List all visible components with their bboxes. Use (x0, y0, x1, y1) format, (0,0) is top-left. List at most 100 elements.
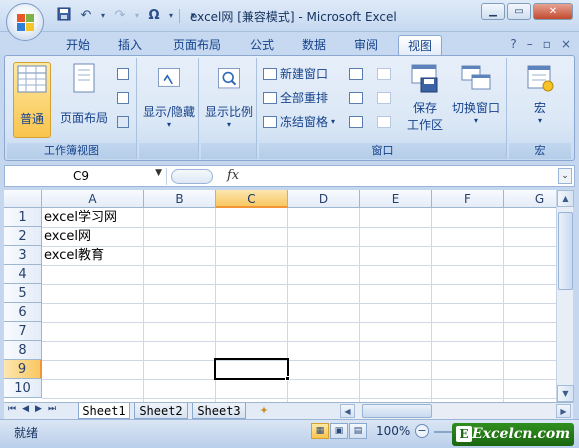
ribbon-close-icon[interactable]: × (561, 37, 571, 51)
scroll-up-icon[interactable]: ▲ (557, 190, 574, 207)
dropdown-icon[interactable]: ▾ (167, 7, 175, 25)
formula-bar-resize-handle[interactable] (171, 169, 213, 184)
zoom-level[interactable]: 100% (376, 424, 410, 438)
ribbon-restore-icon[interactable]: ▫ (543, 37, 551, 51)
fill-handle[interactable] (285, 376, 290, 381)
insert-sheet-icon[interactable]: ✦ (253, 403, 275, 419)
sheet-tab-sheet2[interactable]: Sheet2 (134, 403, 188, 419)
vertical-scrollbar[interactable]: ▲ ▼ (556, 190, 574, 402)
tab-view[interactable]: 视图 (398, 35, 442, 55)
last-sheet-icon[interactable]: ⏭ (48, 404, 56, 414)
sheet-tab-sheet1[interactable]: Sheet1 (78, 403, 130, 419)
tab-review[interactable]: 审阅 (346, 35, 386, 55)
next-sheet-icon[interactable]: ▶ (35, 404, 42, 414)
cell-a2[interactable]: excel网 (44, 227, 91, 246)
group-macros: 宏 ▾ 宏 (509, 58, 571, 159)
row-header-3[interactable]: 3 (4, 246, 42, 265)
horizontal-scrollbar[interactable]: ◀ ▶ (340, 404, 571, 419)
switch-windows-label: 切换窗口 (451, 101, 500, 115)
undo-icon[interactable]: ↶ (77, 7, 95, 25)
zoom-button[interactable]: 显示比例 ▾ (202, 62, 256, 142)
tab-page-layout[interactable]: 页面布局 (164, 35, 230, 55)
unhide-window-button[interactable] (349, 112, 363, 132)
worksheet-grid[interactable]: A B C D E F G 1 2 3 4 5 6 7 8 9 10 excel… (4, 190, 556, 402)
split-button[interactable] (349, 64, 363, 84)
hide-window-button[interactable] (349, 88, 363, 108)
first-sheet-icon[interactable]: ⏮ (8, 404, 16, 414)
maximize-button[interactable]: ▭ (507, 3, 531, 20)
save-workspace-label: 保存 (412, 101, 437, 115)
group-zoom: 显示比例 ▾ (201, 58, 257, 159)
page-break-preview-button[interactable] (117, 64, 129, 84)
row-header-5[interactable]: 5 (4, 284, 42, 303)
expand-formula-bar-icon[interactable]: ⌄ (558, 168, 572, 184)
insert-function-icon[interactable]: fx (227, 168, 239, 183)
freeze-panes-button[interactable]: 冻结窗格 ▾ (263, 112, 335, 132)
reset-position-button[interactable] (377, 112, 391, 132)
page-break-shortcut-icon[interactable]: ▤ (349, 423, 367, 439)
tab-data[interactable]: 数据 (294, 35, 334, 55)
row-header-6[interactable]: 6 (4, 303, 42, 322)
row-header-9[interactable]: 9 (4, 360, 42, 379)
vertical-scroll-thumb[interactable] (558, 212, 573, 290)
formula-input[interactable] (245, 168, 555, 185)
column-header-d[interactable]: D (288, 190, 360, 208)
active-cell-c9[interactable] (214, 358, 289, 380)
save-workspace-icon (411, 64, 438, 93)
normal-view-shortcut-icon[interactable]: ▦ (311, 423, 329, 439)
column-header-g[interactable]: G (504, 190, 556, 208)
ribbon-minimize-icon[interactable]: – (527, 37, 533, 51)
tab-formulas[interactable]: 公式 (242, 35, 282, 55)
new-window-icon (263, 68, 277, 80)
dropdown-icon: ▾ (166, 120, 171, 129)
help-icon[interactable]: ? (510, 37, 516, 51)
horizontal-scroll-thumb[interactable] (362, 404, 432, 418)
office-button[interactable] (6, 3, 44, 41)
normal-view-button[interactable]: 普通 (13, 62, 51, 138)
page-layout-shortcut-icon[interactable]: ▣ (330, 423, 348, 439)
tab-home[interactable]: 开始 (58, 35, 98, 55)
row-header-2[interactable]: 2 (4, 227, 42, 246)
gridline (42, 284, 556, 285)
arrange-all-button[interactable]: 全部重排 (263, 88, 328, 108)
name-box[interactable]: C9 ▼ (9, 168, 167, 185)
redo-icon[interactable]: ↷ (111, 7, 129, 25)
row-header-7[interactable]: 7 (4, 322, 42, 341)
full-screen-button[interactable] (117, 112, 129, 132)
close-button[interactable]: ✕ (533, 3, 573, 20)
column-header-e[interactable]: E (360, 190, 432, 208)
minimize-button[interactable]: ▁ (481, 3, 505, 20)
column-header-b[interactable]: B (144, 190, 216, 208)
symbol-icon[interactable]: Ω (145, 7, 163, 25)
switch-windows-button[interactable]: 切换窗口 ▾ (449, 62, 503, 142)
column-header-c[interactable]: C (216, 190, 288, 208)
scroll-left-icon[interactable]: ◀ (340, 404, 355, 418)
view-side-by-side-button[interactable] (377, 64, 391, 84)
scroll-down-icon[interactable]: ▼ (557, 385, 574, 402)
row-header-10[interactable]: 10 (4, 379, 42, 398)
row-header-4[interactable]: 4 (4, 265, 42, 284)
column-header-f[interactable]: F (432, 190, 504, 208)
column-header-a[interactable]: A (42, 190, 144, 208)
show-hide-button[interactable]: 显示/隐藏 ▾ (141, 62, 197, 142)
dropdown-icon[interactable]: ▾ (99, 7, 107, 25)
row-header-8[interactable]: 8 (4, 341, 42, 360)
cell-a1[interactable]: excel学习网 (44, 208, 117, 227)
sheet-tab-sheet3[interactable]: Sheet3 (192, 403, 246, 419)
row-header-1[interactable]: 1 (4, 208, 42, 227)
cell-a3[interactable]: excel教育 (44, 246, 104, 265)
select-all-corner[interactable] (4, 190, 42, 208)
tab-insert[interactable]: 插入 (110, 35, 150, 55)
save-icon[interactable] (55, 7, 73, 25)
custom-views-button[interactable] (117, 88, 129, 108)
zoom-out-icon[interactable]: − (415, 424, 429, 438)
dropdown-icon[interactable]: ▾ (133, 7, 141, 25)
sync-scroll-button[interactable] (377, 88, 391, 108)
save-workspace-button[interactable]: 保存 工作区 (405, 62, 445, 142)
page-layout-view-button[interactable]: 页面布局 (55, 62, 113, 138)
new-window-button[interactable]: 新建窗口 (263, 64, 328, 84)
chevron-down-icon[interactable]: ▼ (155, 168, 162, 178)
prev-sheet-icon[interactable]: ◀ (22, 404, 29, 414)
macros-button[interactable]: 宏 ▾ (515, 62, 565, 142)
scroll-right-icon[interactable]: ▶ (556, 404, 571, 418)
